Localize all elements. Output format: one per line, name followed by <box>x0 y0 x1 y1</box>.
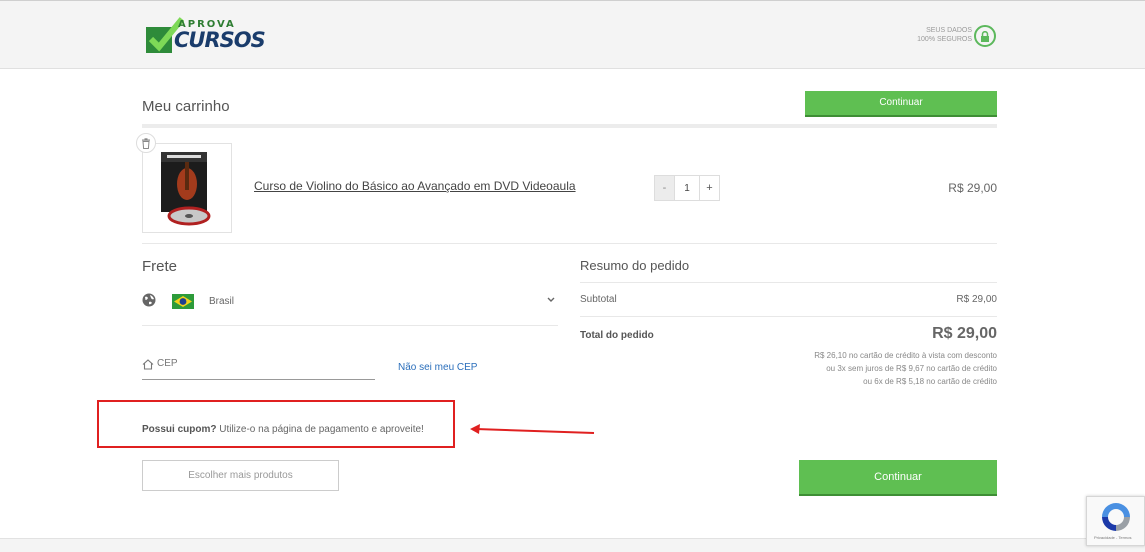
secure-line2: 100% SEGUROS <box>917 36 972 43</box>
red-arrow-icon <box>470 424 595 434</box>
installment-line: ou 6x de R$ 5,18 no cartão de crédito <box>863 377 997 386</box>
logo-cursos-text: CURSOS <box>174 28 266 52</box>
quantity-stepper[interactable]: - 1 + <box>654 175 720 201</box>
coupon-question: Possui cupom? <box>142 424 217 435</box>
coupon-notice: Possui cupom? Utilize-o na página de pag… <box>142 424 424 435</box>
trash-icon[interactable] <box>136 133 156 153</box>
total-label: Total do pedido <box>580 330 654 341</box>
installment-line: ou 3x sem juros de R$ 9,67 no cartão de … <box>826 364 997 373</box>
recaptcha-badge[interactable]: Privacidade - Termos <box>1086 496 1145 546</box>
product-price: R$ 29,00 <box>948 181 997 195</box>
quantity-minus-button[interactable]: - <box>655 176 674 200</box>
subtotal-label: Subtotal <box>580 294 617 305</box>
header: APROVA CURSOS SEUS DADOS 100% SEGUROS <box>0 0 1145 69</box>
globe-icon <box>142 293 156 307</box>
quantity-value[interactable]: 1 <box>674 176 700 200</box>
order-summary-title: Resumo do pedido <box>580 258 690 273</box>
item-divider <box>142 243 997 244</box>
recaptcha-icon <box>1102 503 1130 531</box>
brazil-flag-icon <box>172 294 194 309</box>
cart-divider <box>142 124 997 128</box>
product-name-link[interactable]: Curso de Violino do Básico ao Avançado e… <box>254 179 576 193</box>
secure-data-badge: SEUS DADOS 100% SEGUROS <box>910 26 972 44</box>
quantity-plus-button[interactable]: + <box>700 176 719 200</box>
cart-title: Meu carrinho <box>142 98 230 115</box>
footer <box>0 538 1145 552</box>
aprova-cursos-logo[interactable]: APROVA CURSOS <box>144 17 266 57</box>
summary-divider-top <box>580 282 997 283</box>
recaptcha-privacy-terms[interactable]: Privacidade - Termos <box>1094 535 1132 540</box>
unknown-cep-link[interactable]: Não sei meu CEP <box>398 362 477 373</box>
product-image[interactable] <box>142 143 232 233</box>
continue-button-bottom[interactable]: Continuar <box>799 460 997 496</box>
country-select[interactable]: Brasil <box>209 296 234 307</box>
total-value: R$ 29,00 <box>932 325 997 342</box>
subtotal-value: R$ 29,00 <box>956 294 997 305</box>
installment-options: R$ 26,10 no cartão de crédito à vista co… <box>760 349 997 388</box>
cep-input-underline <box>142 379 375 380</box>
summary-divider-mid <box>580 316 997 317</box>
cep-input[interactable]: CEP <box>157 358 178 369</box>
choose-more-products-button[interactable]: Escolher mais produtos <box>142 460 339 491</box>
country-divider <box>142 325 558 326</box>
secure-line1: SEUS DADOS <box>926 27 972 34</box>
shipping-title: Frete <box>142 258 178 275</box>
coupon-hint: Utilize-o na página de pagamento e aprov… <box>216 424 424 435</box>
continue-button-top[interactable]: Continuar <box>805 91 997 117</box>
lock-icon <box>974 25 996 47</box>
chevron-down-icon[interactable] <box>546 296 556 304</box>
home-icon <box>142 359 154 370</box>
installment-line: R$ 26,10 no cartão de crédito à vista co… <box>814 351 997 360</box>
